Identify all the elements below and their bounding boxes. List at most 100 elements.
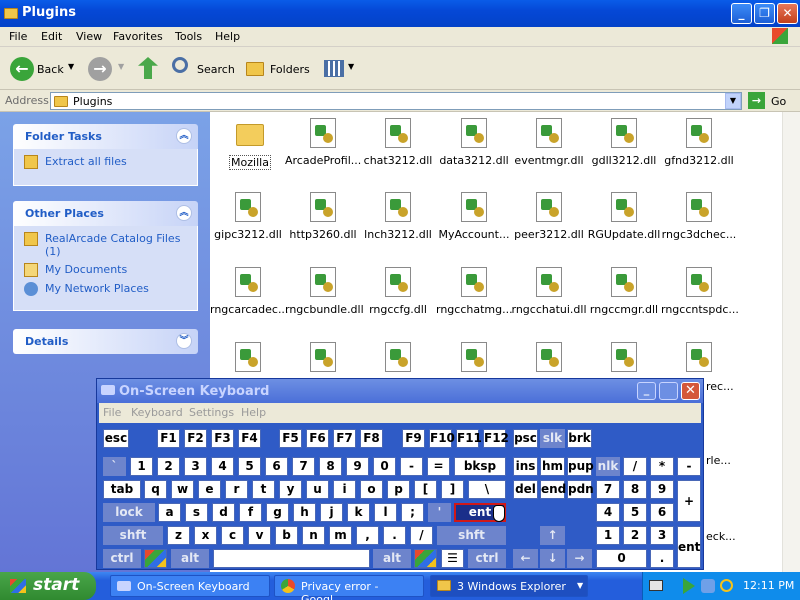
- folders-button[interactable]: Folders: [270, 63, 310, 76]
- search-tray-icon[interactable]: [720, 579, 733, 592]
- key-num-5[interactable]: 5: [623, 503, 647, 522]
- file-item[interactable]: RGUpdate.dll: [586, 192, 662, 241]
- menu-favorites[interactable]: Favorites: [113, 30, 163, 43]
- file-item[interactable]: [511, 342, 587, 378]
- key-right-ctrl[interactable]: ctrl: [468, 549, 506, 568]
- key-semicolon[interactable]: ;: [401, 503, 424, 522]
- key-end[interactable]: end: [540, 480, 566, 499]
- back-dropdown-icon[interactable]: ▼: [68, 62, 74, 71]
- menu-tools[interactable]: Tools: [175, 30, 202, 43]
- key-r[interactable]: r: [225, 480, 248, 499]
- file-item[interactable]: [360, 342, 436, 378]
- file-item[interactable]: rngcarcadec...: [210, 267, 288, 316]
- file-item[interactable]: [436, 342, 512, 378]
- key-9[interactable]: 9: [346, 457, 369, 476]
- key-f6[interactable]: F6: [306, 429, 329, 448]
- key-y[interactable]: y: [279, 480, 302, 499]
- osk-title-bar[interactable]: On-Screen Keyboard _ ✕: [97, 379, 703, 403]
- key-f9[interactable]: F9: [402, 429, 425, 448]
- vertical-scrollbar[interactable]: [782, 112, 800, 572]
- expand-icon[interactable]: ︾: [176, 333, 192, 349]
- key-f2[interactable]: F2: [184, 429, 207, 448]
- key-f7[interactable]: F7: [333, 429, 356, 448]
- key-del[interactable]: del: [513, 480, 538, 499]
- key-equals[interactable]: =: [427, 457, 450, 476]
- key-d[interactable]: d: [212, 503, 235, 522]
- key-esc[interactable]: esc: [103, 429, 129, 448]
- file-item[interactable]: peer3212.dll: [511, 192, 587, 241]
- key-left-bracket[interactable]: [: [414, 480, 437, 499]
- key-minus[interactable]: -: [400, 457, 423, 476]
- details-header[interactable]: Details ︾: [13, 329, 198, 354]
- menu-help[interactable]: Help: [215, 30, 240, 43]
- osk-minimize-button[interactable]: _: [637, 382, 656, 400]
- views-icon[interactable]: [324, 60, 344, 77]
- minimize-button[interactable]: _: [731, 3, 752, 24]
- file-item[interactable]: gdll3212.dll: [586, 118, 662, 167]
- other-places-header[interactable]: Other Places ︽: [13, 201, 198, 226]
- taskbar-explorer-button[interactable]: 3 Windows Explorer ▼: [430, 575, 588, 597]
- menu-file[interactable]: File: [9, 30, 27, 43]
- key-quote[interactable]: ': [428, 503, 451, 522]
- key-num-7[interactable]: 7: [596, 480, 620, 499]
- taskbar-osk-button[interactable]: On-Screen Keyboard: [110, 575, 270, 597]
- osk-maximize-button[interactable]: [659, 382, 678, 400]
- file-item[interactable]: http3260.dll: [285, 192, 361, 241]
- file-item[interactable]: gipc3212.dll: [210, 192, 286, 241]
- key-num-4[interactable]: 4: [596, 503, 620, 522]
- key-n[interactable]: n: [302, 526, 325, 545]
- file-item[interactable]: [661, 342, 737, 378]
- menu-edit[interactable]: Edit: [41, 30, 62, 43]
- key-space[interactable]: [213, 549, 370, 568]
- forward-dropdown-icon[interactable]: ▼: [118, 62, 124, 71]
- key-period[interactable]: .: [383, 526, 406, 545]
- key-a[interactable]: a: [158, 503, 181, 522]
- key-right-windows[interactable]: [414, 549, 437, 568]
- key-t[interactable]: t: [252, 480, 275, 499]
- key-f1[interactable]: F1: [157, 429, 180, 448]
- osk-menu-keyboard[interactable]: Keyboard: [131, 406, 183, 419]
- key-windows[interactable]: [144, 549, 167, 568]
- media-play-icon[interactable]: [683, 578, 695, 594]
- file-item[interactable]: rngccfg.dll: [360, 267, 436, 316]
- search-icon[interactable]: [172, 57, 188, 73]
- folder-tasks-header[interactable]: Folder Tasks ︽: [13, 124, 198, 149]
- key-f11[interactable]: F11: [456, 429, 482, 448]
- address-input[interactable]: Plugins ▼: [50, 92, 742, 110]
- key-5[interactable]: 5: [238, 457, 261, 476]
- key-f3[interactable]: F3: [211, 429, 234, 448]
- key-num-2[interactable]: 2: [623, 526, 647, 545]
- key-num-0[interactable]: 0: [596, 549, 647, 568]
- key-i[interactable]: i: [333, 480, 356, 499]
- key-p[interactable]: p: [387, 480, 410, 499]
- key-s[interactable]: s: [185, 503, 208, 522]
- key-ins[interactable]: ins: [513, 457, 538, 476]
- osk-close-button[interactable]: ✕: [681, 382, 700, 400]
- key-7[interactable]: 7: [292, 457, 315, 476]
- file-item[interactable]: rngccntspdc...: [661, 267, 739, 316]
- key-0[interactable]: 0: [373, 457, 396, 476]
- key-caps-lock[interactable]: lock: [103, 503, 155, 522]
- views-dropdown-icon[interactable]: ▼: [348, 62, 354, 71]
- my-network-places-link[interactable]: My Network Places: [24, 282, 197, 296]
- key-pdn[interactable]: pdn: [567, 480, 594, 499]
- key-f[interactable]: f: [239, 503, 262, 522]
- file-item[interactable]: ArcadeProfil...: [285, 118, 361, 167]
- key-right-shift[interactable]: shft: [437, 526, 506, 545]
- key-o[interactable]: o: [360, 480, 383, 499]
- key-z[interactable]: z: [167, 526, 190, 545]
- collapse-icon[interactable]: ︽: [176, 205, 192, 221]
- restore-button[interactable]: ❐: [754, 3, 775, 24]
- key-u[interactable]: u: [306, 480, 329, 499]
- file-item[interactable]: rngcchatui.dll: [511, 267, 587, 316]
- back-label[interactable]: Back: [37, 63, 64, 76]
- key-tab[interactable]: tab: [103, 480, 141, 499]
- file-item[interactable]: eventmgr.dll: [511, 118, 587, 167]
- key-f10[interactable]: F10: [429, 429, 455, 448]
- title-bar[interactable]: Plugins _ ❐ ✕: [0, 0, 800, 27]
- network-icon[interactable]: [701, 579, 715, 593]
- key-c[interactable]: c: [221, 526, 244, 545]
- start-button[interactable]: start: [0, 572, 96, 600]
- key-2[interactable]: 2: [157, 457, 180, 476]
- key-pup[interactable]: pup: [567, 457, 594, 476]
